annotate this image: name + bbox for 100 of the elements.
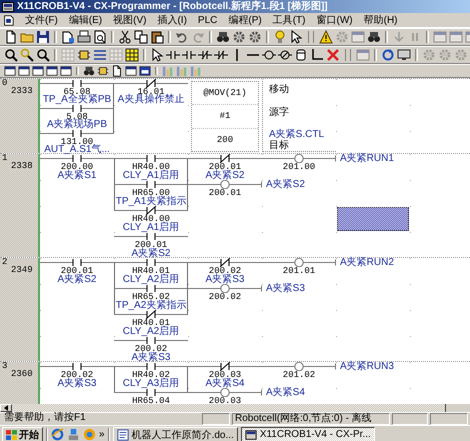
browser-icon[interactable] (51, 428, 64, 441)
nc-contact-symbol[interactable] (188, 362, 262, 371)
media-player-icon[interactable] (83, 428, 96, 441)
coil-symbol[interactable] (188, 180, 262, 189)
lightbulb-icon[interactable] (273, 30, 287, 44)
contact-symbol[interactable] (114, 388, 188, 397)
contact-symbol[interactable] (114, 258, 188, 267)
coil-symbol[interactable] (262, 362, 336, 371)
nc-contact-icon[interactable] (198, 48, 212, 62)
operand-label: 目标 (269, 140, 290, 151)
scroll-left-button[interactable] (0, 404, 12, 412)
desktop-icon[interactable] (67, 428, 80, 441)
status-pane (430, 413, 468, 425)
taskbar-task[interactable]: 机器人工作原简介.do... (112, 427, 238, 441)
menu-item[interactable]: 视图(V) (113, 14, 146, 26)
contact-comment: CLY_A2启用 (122, 326, 180, 336)
contact-symbol[interactable] (40, 129, 114, 138)
contact-symbol[interactable] (114, 180, 188, 189)
contact-symbol[interactable] (40, 104, 114, 113)
magnifier-icon[interactable] (4, 48, 18, 62)
window-icon[interactable] (125, 65, 137, 77)
start-button[interactable]: 开始 (2, 427, 43, 441)
contact-address: 200.02 (134, 344, 168, 352)
nc-contact-icon[interactable] (214, 48, 228, 62)
chip-icon[interactable] (77, 48, 91, 62)
contact-symbol[interactable] (114, 154, 188, 163)
magnifier-icon[interactable] (20, 48, 34, 62)
menu-item[interactable]: 窗口(W) (316, 14, 353, 26)
instruction-block[interactable]: @MOV(21) #1 200 (191, 81, 259, 152)
contact-symbol[interactable] (40, 258, 114, 267)
menu-item[interactable]: 文件(F) (25, 14, 58, 26)
menu-item[interactable]: 编辑(E) (68, 14, 102, 26)
document-icon[interactable] (61, 30, 75, 44)
printer-icon[interactable] (77, 30, 91, 44)
contact-address: 200.01 (134, 240, 168, 248)
copy-icon[interactable] (134, 30, 148, 44)
contact-address: HR65.04 (132, 396, 170, 404)
menu-item[interactable]: 工具(T) (272, 14, 306, 26)
taskbar-task[interactable]: X11CROB1-V4 - CX-Pr... (240, 427, 375, 441)
window-icon[interactable] (18, 65, 30, 77)
pointer-icon[interactable] (289, 30, 303, 44)
binoculars-icon[interactable] (367, 30, 381, 44)
coil-symbol[interactable] (262, 154, 336, 163)
gear-icon[interactable] (248, 30, 262, 44)
contact-symbol[interactable] (40, 154, 114, 163)
menu-item[interactable]: 帮助(H) (364, 14, 398, 26)
clipboard-icon[interactable] (150, 30, 164, 44)
contact-icon[interactable] (182, 48, 196, 62)
warning-icon[interactable] (319, 30, 333, 44)
coil-symbol[interactable] (188, 388, 262, 397)
document-menu-icon[interactable] (3, 14, 14, 26)
contact-comment: TP_A2夹紧指示 (116, 300, 186, 310)
nc-contact-symbol[interactable] (188, 258, 262, 267)
binoculars-icon[interactable] (83, 65, 95, 77)
nc-contact-symbol[interactable] (114, 79, 188, 88)
crossed-coil-icon[interactable] (278, 48, 292, 62)
window-icon[interactable] (139, 65, 151, 77)
list-icon[interactable] (93, 48, 107, 62)
grid-icon[interactable] (125, 48, 139, 62)
binoculars-icon[interactable] (216, 30, 230, 44)
undo-icon[interactable] (175, 30, 189, 44)
coil-symbol[interactable] (262, 258, 336, 267)
nc-contact-symbol[interactable] (188, 154, 262, 163)
nc-contact-symbol[interactable] (114, 310, 188, 319)
window-title: X11CROB1-V4 - CX-Programmer - [Robotcell.新程序1.段1 [梯形图]] (17, 0, 328, 13)
contact-symbol[interactable] (114, 232, 188, 241)
menu-item[interactable]: PLC (198, 14, 218, 26)
contact-symbol[interactable] (40, 79, 114, 88)
scissors-icon[interactable] (118, 30, 132, 44)
coil-icon[interactable] (262, 48, 276, 62)
cylinder-icon[interactable] (294, 48, 308, 62)
contact-comment: A夹紧S2 (58, 274, 96, 284)
menu-item[interactable]: 编程(P) (228, 14, 262, 26)
window-icon[interactable] (46, 65, 58, 77)
corner-line-icon[interactable] (310, 48, 324, 62)
document-icon[interactable] (4, 30, 18, 44)
window-icon[interactable] (60, 65, 72, 77)
contact-address: 5.08 (66, 112, 88, 120)
menu-item[interactable]: 插入(I) (157, 14, 187, 26)
more-quick-launch[interactable]: » (99, 428, 105, 440)
contact-symbol[interactable] (114, 362, 188, 371)
magnifier-icon[interactable] (36, 48, 50, 62)
contact-address: HR40.01 (132, 266, 170, 274)
pointer-icon[interactable] (150, 48, 164, 62)
gear-icon[interactable] (232, 30, 246, 44)
refresh-icon[interactable] (381, 48, 395, 62)
window-icon[interactable] (4, 65, 16, 77)
rung-number: 0 (2, 79, 8, 88)
contact-icon[interactable] (166, 48, 180, 62)
contact-symbol[interactable] (40, 362, 114, 371)
nc-contact-symbol[interactable] (114, 206, 188, 215)
contact-comment: A夹紧S3 (132, 352, 170, 362)
window-icon[interactable] (32, 65, 44, 77)
document-icon[interactable] (111, 65, 123, 77)
monitor-icon[interactable] (397, 48, 411, 62)
contact-symbol[interactable] (114, 284, 188, 293)
chip-icon[interactable] (97, 65, 109, 77)
print-preview-icon[interactable] (93, 30, 107, 44)
contact-symbol[interactable] (114, 336, 188, 345)
coil-symbol[interactable] (188, 284, 262, 293)
